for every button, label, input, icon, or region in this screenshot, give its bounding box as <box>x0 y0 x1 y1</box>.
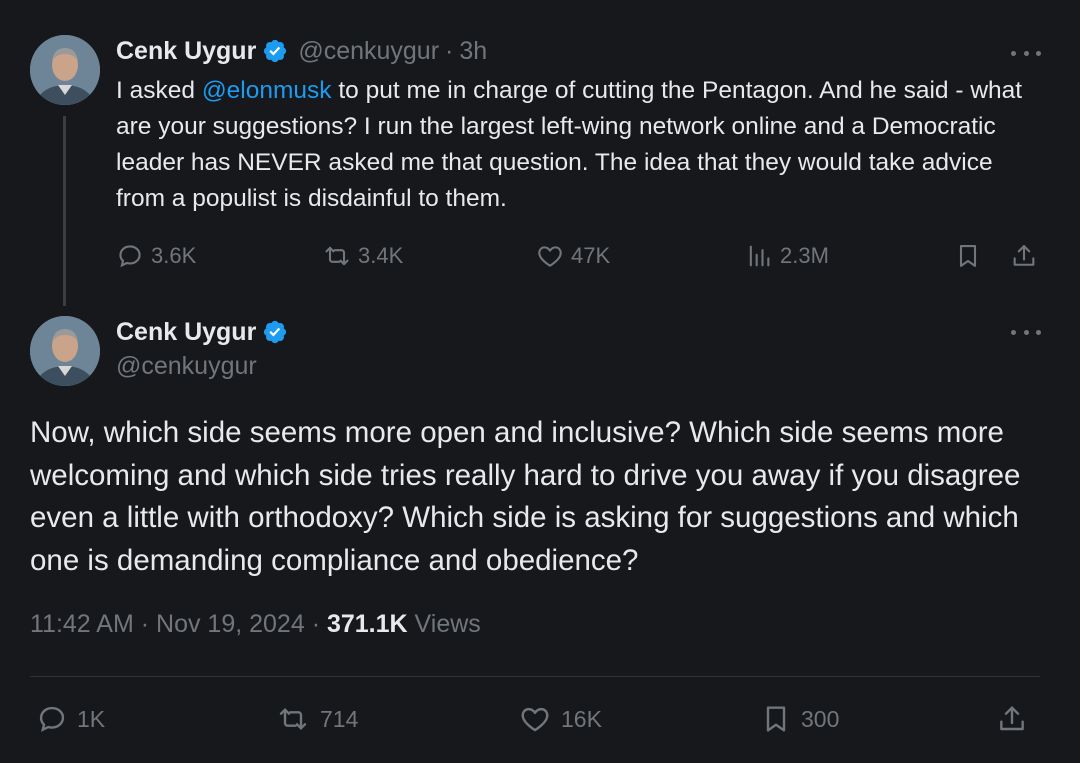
tweet2-action-bar: 1K 714 16K 300 <box>30 699 1040 739</box>
separator-dot: · <box>140 610 150 638</box>
reply-icon <box>36 703 68 735</box>
like-count: 16K <box>561 705 602 732</box>
bookmark-button[interactable] <box>954 238 982 274</box>
views-button[interactable]: 2.3M <box>745 238 829 274</box>
separator-dot: · <box>311 610 321 638</box>
thread-connector-line <box>63 116 66 306</box>
bookmark-icon <box>760 703 792 735</box>
reply-count: 1K <box>77 705 106 732</box>
repost-count: 714 <box>320 705 359 732</box>
bookmark-count: 300 <box>801 705 840 732</box>
views-icon <box>745 242 773 270</box>
repost-button[interactable]: 3.4K <box>323 238 403 274</box>
like-icon <box>518 703 552 735</box>
handle[interactable]: @cenkuygur <box>298 37 439 66</box>
handle[interactable]: @cenkuygur <box>116 352 257 381</box>
bookmark-icon <box>954 242 982 270</box>
post-date[interactable]: Nov 19, 2024 <box>156 610 305 638</box>
display-name[interactable]: Cenk Uygur <box>116 37 256 66</box>
tweet1-text-start: I asked <box>116 77 202 104</box>
repost-button[interactable]: 714 <box>275 699 358 739</box>
tweet1-action-bar: 3.6K 3.4K 47K 2.3M <box>116 238 1046 274</box>
tweet1-header: Cenk Uygur @cenkuygur · 3h <box>116 33 487 69</box>
verified-badge-icon <box>262 38 288 64</box>
like-button[interactable]: 47K <box>536 238 610 274</box>
tweet2-header: Cenk Uygur <box>116 314 288 350</box>
repost-icon <box>323 242 351 270</box>
tweet1-body: I asked @elonmusk to put me in charge of… <box>116 73 1046 217</box>
reply-button[interactable]: 3.6K <box>116 238 196 274</box>
avatar[interactable] <box>30 35 100 105</box>
timestamp[interactable]: 11:42 AM <box>30 610 134 638</box>
share-button[interactable] <box>1010 238 1038 274</box>
share-button[interactable] <box>996 699 1028 739</box>
avatar[interactable] <box>30 316 100 386</box>
reply-count: 3.6K <box>151 243 197 268</box>
relative-time[interactable]: 3h <box>459 37 487 66</box>
reply-button[interactable]: 1K <box>36 699 105 739</box>
like-count: 47K <box>571 243 611 268</box>
share-icon <box>1010 242 1038 270</box>
tweet2-body: Now, which side seems more open and incl… <box>30 416 1021 577</box>
bookmark-button[interactable]: 300 <box>760 699 839 739</box>
share-icon <box>996 703 1028 735</box>
mention-link[interactable]: @elonmusk <box>202 77 332 104</box>
views-count: 2.3M <box>780 243 829 268</box>
like-button[interactable]: 16K <box>518 699 602 739</box>
repost-count: 3.4K <box>358 243 404 268</box>
reply-icon <box>116 242 144 270</box>
display-name[interactable]: Cenk Uygur <box>116 318 256 347</box>
tweet2-meta: 11:42 AM · Nov 19, 2024 · 371.1K Views <box>30 610 481 639</box>
divider <box>30 676 1040 677</box>
separator-dot: · <box>445 36 454 65</box>
more-options-icon[interactable] <box>1011 48 1041 58</box>
views-label: Views <box>414 610 481 638</box>
more-options-icon[interactable] <box>1011 327 1041 337</box>
verified-badge-icon <box>262 319 288 345</box>
views-count: 371.1K <box>326 610 408 638</box>
like-icon <box>536 242 564 270</box>
repost-icon <box>275 703 311 735</box>
